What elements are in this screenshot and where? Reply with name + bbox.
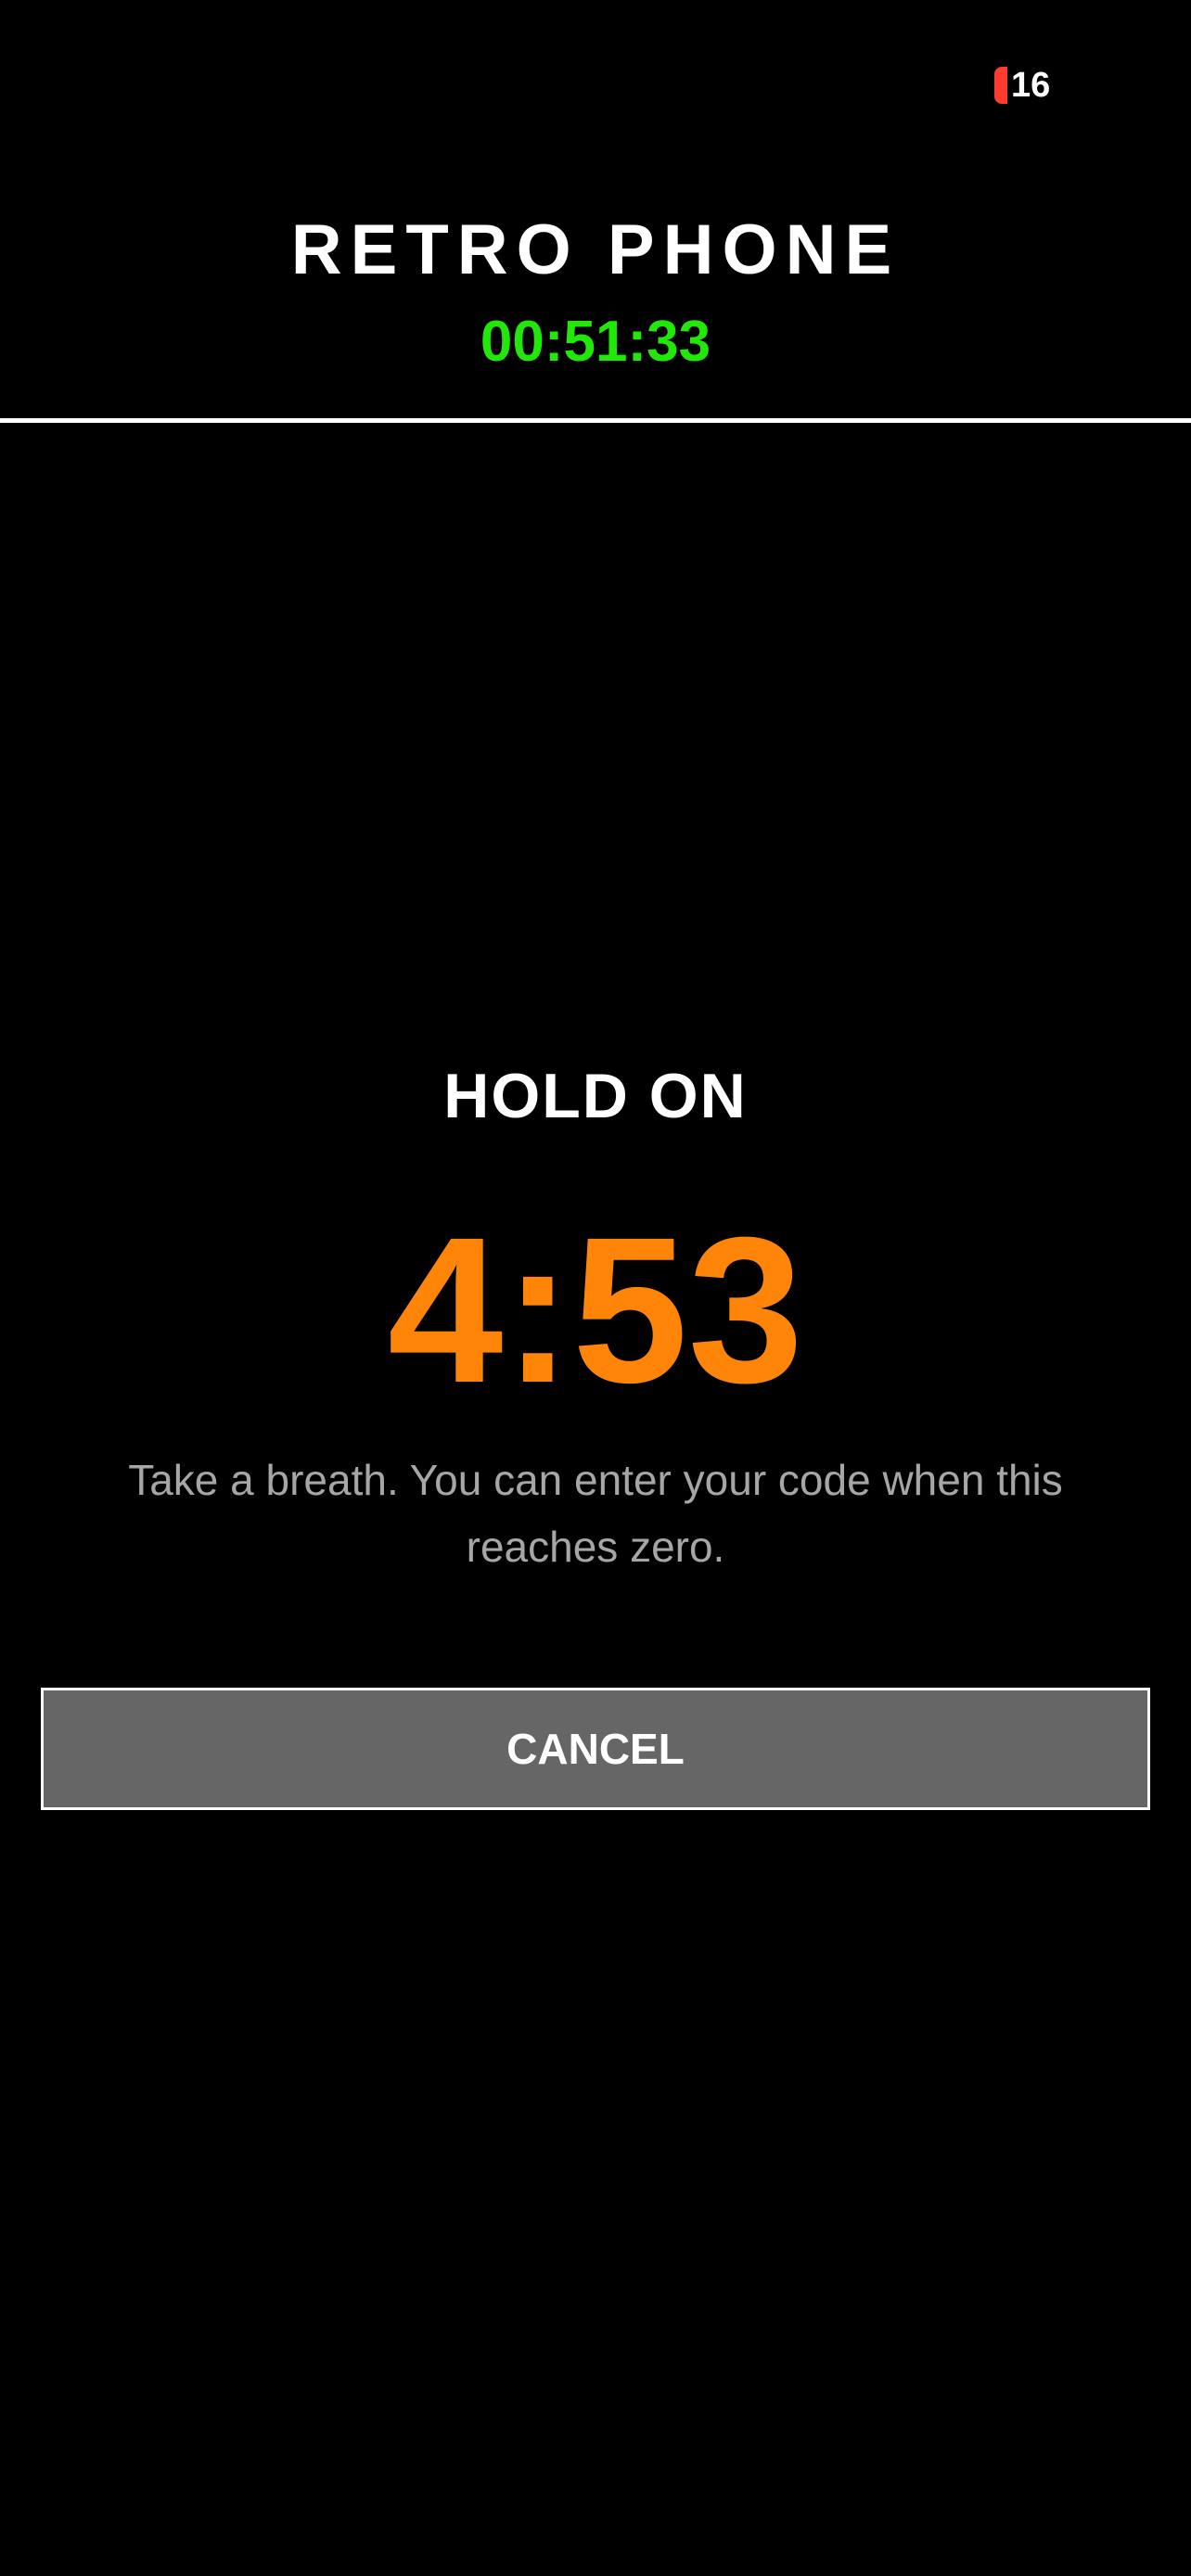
header-divider [0, 418, 1191, 423]
header: RETRO PHONE [0, 206, 1191, 295]
hold-heading: HOLD ON [443, 1061, 748, 1131]
battery-indicator: 16 [994, 65, 1050, 106]
battery-icon [994, 67, 1007, 104]
countdown-timer: 4:53 [387, 1194, 804, 1426]
battery-level: 16 [1011, 66, 1051, 105]
status-bar: 16 [0, 0, 1191, 139]
session-timer: 00:51:33 [480, 310, 711, 374]
hold-message: Take a breath. You can enter your code w… [128, 1456, 1063, 1571]
cancel-button-label: CANCEL [506, 1725, 685, 1773]
cancel-button[interactable]: CANCEL [41, 1688, 1150, 1810]
app-title: RETRO PHONE [290, 210, 901, 289]
